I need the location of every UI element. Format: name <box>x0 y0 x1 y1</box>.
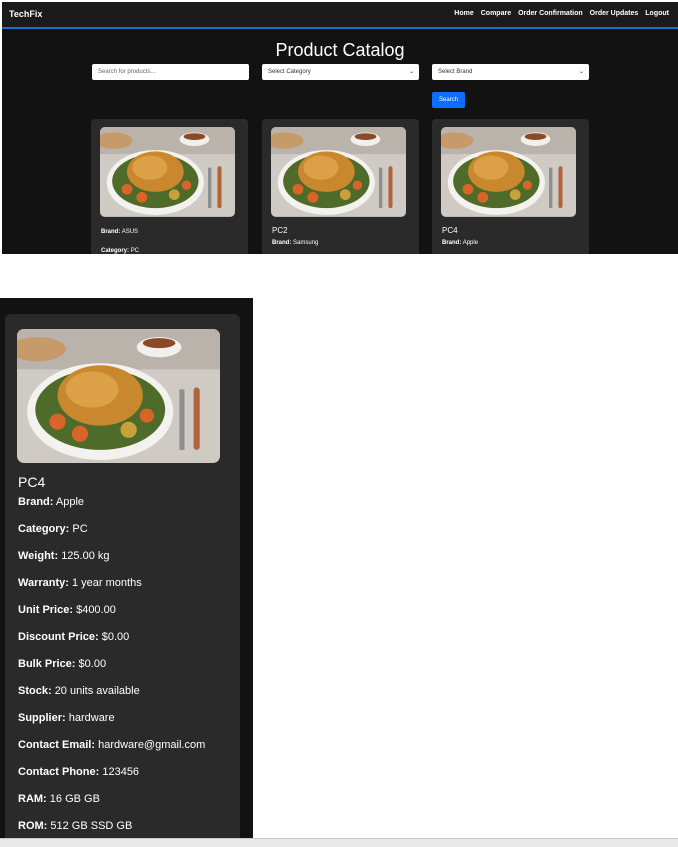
detail-weight: Weight: 125.00 kg <box>18 550 110 562</box>
nav-link-order-updates[interactable]: Order Updates <box>590 10 639 17</box>
detail-unit-price: Unit Price: $400.00 <box>18 604 116 616</box>
catalog-page: TechFix Home Compare Order Confirmation … <box>2 2 678 254</box>
card-name: PC4 <box>442 226 458 235</box>
roast-chicken-photo <box>17 329 220 463</box>
roast-chicken-photo <box>441 127 576 217</box>
detail-stock: Stock: 20 units available <box>18 685 140 697</box>
card-brand: Brand: Apple <box>442 240 479 246</box>
product-detail-card: PC4 Brand: Apple Category: PC Weight: 12… <box>5 314 240 846</box>
nav-link-order-confirmation[interactable]: Order Confirmation <box>518 10 583 17</box>
category-select-value: Select Category <box>268 69 311 75</box>
nav-link-logout[interactable]: Logout <box>645 10 669 17</box>
navbar: TechFix Home Compare Order Confirmation … <box>2 2 678 29</box>
product-image <box>271 127 406 217</box>
product-image <box>100 127 235 217</box>
product-image <box>441 127 576 217</box>
detail-discount-price: Discount Price: $0.00 <box>18 631 130 643</box>
brand-logo[interactable]: TechFix <box>9 9 42 19</box>
product-image <box>17 329 220 463</box>
chevron-down-icon: ⌄ <box>408 69 414 75</box>
detail-category: Category: PC <box>18 523 88 535</box>
brand-select-value: Select Brand <box>438 69 473 75</box>
category-select[interactable]: Select Category ⌄ <box>262 64 419 80</box>
product-card[interactable]: Brand: ASUS Category: PC <box>91 119 248 254</box>
detail-contact-phone: Contact Phone: 123456 <box>18 766 140 778</box>
detail-supplier: Supplier: hardware <box>18 712 115 724</box>
detail-contact-email: Contact Email: hardware@gmail.com <box>18 739 206 751</box>
chevron-down-icon: ⌄ <box>578 69 584 75</box>
product-name: PC4 <box>18 474 46 490</box>
card-category: Category: PC <box>101 248 140 254</box>
product-card[interactable]: PC4 Brand: Apple <box>432 119 589 254</box>
nav-links: Home Compare Order Confirmation Order Up… <box>454 10 669 17</box>
page-title: Product Catalog <box>275 40 405 60</box>
search-button[interactable]: Search <box>432 92 465 108</box>
search-placeholder: Search for products... <box>98 69 156 75</box>
card-brand: Brand: Samsung <box>272 240 319 246</box>
product-detail-page: PC4 Brand: Apple Category: PC Weight: 12… <box>0 298 253 846</box>
detail-brand: Brand: Apple <box>18 496 85 508</box>
product-card[interactable]: PC2 Brand: Samsung <box>262 119 419 254</box>
nav-link-compare[interactable]: Compare <box>481 10 511 17</box>
detail-warranty: Warranty: 1 year months <box>18 577 142 589</box>
nav-link-home[interactable]: Home <box>454 10 473 17</box>
search-input[interactable]: Search for products... <box>92 64 249 80</box>
card-brand: Brand: ASUS <box>101 229 139 235</box>
detail-ram: RAM: 16 GB GB <box>18 793 100 805</box>
detail-bulk-price: Bulk Price: $0.00 <box>18 658 107 670</box>
brand-select[interactable]: Select Brand ⌄ <box>432 64 589 80</box>
roast-chicken-photo <box>271 127 406 217</box>
card-name: PC2 <box>272 226 288 235</box>
roast-chicken-photo <box>100 127 235 217</box>
detail-rom: ROM: 512 GB SSD GB <box>18 820 133 832</box>
